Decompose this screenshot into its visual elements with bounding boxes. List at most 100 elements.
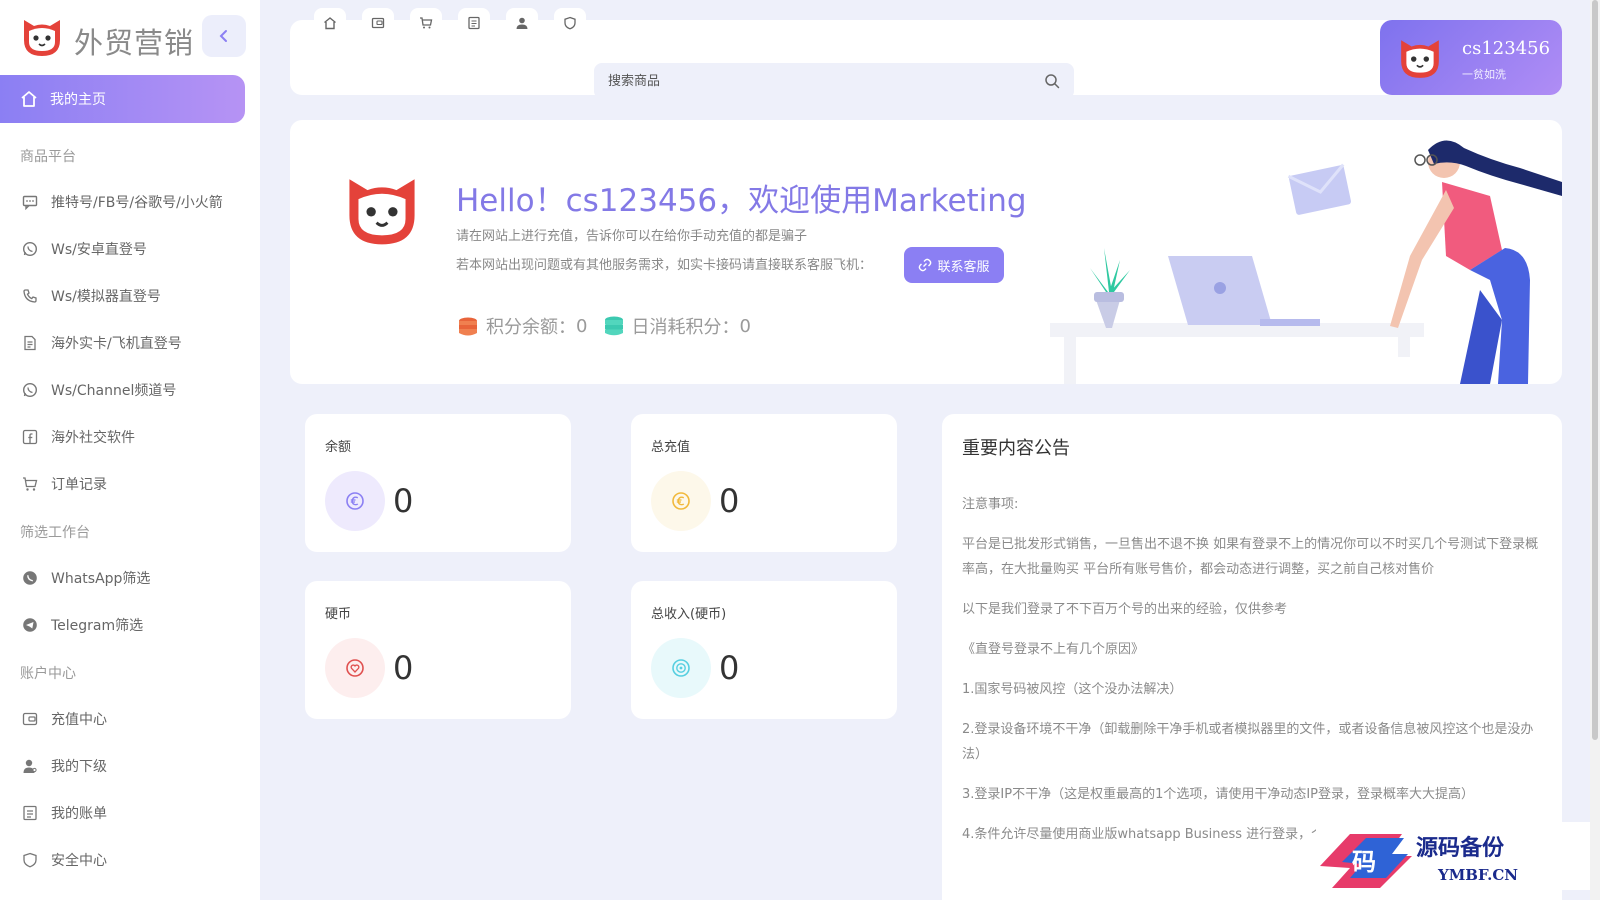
sidebar-item-label: 我的下级 [51, 759, 107, 775]
sidebar-item-orders[interactable]: 订单记录 [0, 466, 245, 502]
coins-card: 硬币 0 [305, 581, 571, 719]
welcome-banner: Hello！cs123456，欢迎使用Marketing 请在网站上进行充值，告… [290, 120, 1562, 384]
sidebar-item-label: Ws/安卓直登号 [51, 242, 147, 258]
announcement-paragraph: 《直登号登录不上有几个原因》 [962, 642, 1145, 657]
facebook-icon [21, 428, 39, 446]
sidebar-item-label: 充值中心 [51, 712, 107, 728]
sidebar-item-bills[interactable]: 我的账单 [0, 795, 245, 831]
whatsapp-filled-icon [21, 569, 39, 587]
bill-icon [21, 804, 39, 822]
sidebar-item-subordinates[interactable]: 我的下级 [0, 748, 245, 784]
announcement-paragraph: 2.登录设备环境不干净（卸载删除干净手机或者模拟器里的文件，或者设备信息被风控这… [962, 722, 1534, 762]
quick-tab-home[interactable] [314, 8, 346, 38]
quick-tab-security[interactable] [554, 8, 586, 38]
announcement-paragraph: 1.国家号码被风控（这个没办法解决） [962, 682, 1183, 697]
quick-tab-cart[interactable] [410, 8, 442, 38]
bill-icon [468, 16, 480, 30]
sidebar-item-social-software[interactable]: 海外社交软件 [0, 419, 245, 455]
balance-icon-circle [325, 471, 385, 531]
whatsapp-icon [21, 381, 39, 399]
points-balance-value: 0 [576, 315, 588, 337]
sidebar-item-label: 我的主页 [50, 92, 106, 108]
welcome-notice-line-2: 若本网站出现问题或有其他服务需求，如实卡接码请直接联系客服飞机： [456, 258, 873, 273]
daily-points: 日消耗积分： 0 [603, 313, 751, 339]
scrollbar-thumb[interactable] [1592, 0, 1598, 740]
cat-avatar-icon [1401, 40, 1439, 78]
daily-points-value: 0 [739, 315, 751, 337]
quick-tab-bill[interactable] [458, 8, 490, 38]
collapse-sidebar-button[interactable] [202, 15, 246, 57]
watermark-glyph: 码 [1352, 847, 1376, 876]
total-income-value: 0 [719, 649, 740, 687]
income-icon-circle [651, 638, 711, 698]
sidebar-item-label: 推特号/FB号/谷歌号/小火箭 [51, 195, 223, 211]
announcement-paragraph: 注意事项: [962, 497, 1019, 512]
sidebar-item-recharge[interactable]: 充值中心 [0, 701, 245, 737]
sidebar-item-label: 订单记录 [51, 477, 107, 493]
page-scrollbar[interactable] [1590, 0, 1600, 900]
sidebar-item-real-card[interactable]: 海外实卡/飞机直登号 [0, 325, 245, 361]
points-summary: 积分余额： 0 日消耗积分： 0 [456, 313, 767, 339]
total-recharge-label: 总充值 [651, 440, 691, 455]
sidebar-item-label: 海外社交软件 [51, 430, 135, 446]
sidebar-item-ws-android[interactable]: Ws/安卓直登号 [0, 231, 245, 267]
cat-mascot-icon [349, 179, 415, 245]
sidebar-item-label: Ws/Channel频道号 [51, 383, 177, 399]
sidebar-item-whatsapp-filter[interactable]: WhatsApp筛选 [0, 560, 245, 596]
quick-tab-user[interactable] [506, 8, 538, 38]
heart-coin-icon [346, 659, 364, 677]
sidebar-item-label: Telegram筛选 [51, 618, 144, 634]
sidebar-item-label: 海外实卡/飞机直登号 [51, 336, 182, 352]
user-profile-card[interactable]: cs123456 一贫如洗 [1380, 20, 1562, 95]
shield-icon [21, 851, 39, 869]
watermark-cn: 源码备份 [1416, 835, 1505, 861]
welcome-title: Hello！cs123456，欢迎使用Marketing [456, 183, 1027, 219]
phone-icon [21, 287, 39, 305]
sidebar-item-security[interactable]: 安全中心 [0, 842, 245, 878]
search-box [594, 63, 1074, 99]
user-name: cs123456 [1462, 38, 1551, 59]
chat-icon [21, 193, 39, 211]
sidebar: 外贸营销 我的主页 商品平台 推特号/FB号/谷歌号/小火箭 Ws/安卓直登号 … [0, 0, 260, 900]
home-icon [324, 17, 336, 30]
user-status: 一贫如洗 [1462, 68, 1506, 81]
balance-card: 余额 0 [305, 414, 571, 552]
shield-icon [564, 16, 576, 30]
sidebar-item-ws-emulator[interactable]: Ws/模拟器直登号 [0, 278, 245, 314]
ymbf-watermark-logo: 码 源码备份 YMBF.CN [1316, 822, 1594, 890]
total-income-label: 总收入(硬币) [651, 607, 727, 622]
contact-support-button[interactable]: 联系客服 [904, 247, 1004, 283]
sidebar-item-home[interactable]: 我的主页 [0, 75, 245, 123]
sidebar-group-products: 商品平台 [20, 149, 76, 165]
coins-value: 0 [393, 649, 414, 687]
telegram-icon [21, 616, 39, 634]
contact-support-label: 联系客服 [937, 258, 990, 274]
cat-logo-icon [24, 20, 60, 56]
chat-link-icon [919, 258, 932, 272]
home-icon [21, 91, 37, 107]
search-input[interactable] [608, 63, 1028, 99]
announcement-body: 注意事项: 平台是已批发形式销售，一旦售出不退不换 如果有登录不上的情况你可以不… [962, 492, 1542, 862]
cart-icon [21, 475, 39, 493]
announcement-paragraph: 平台是已批发形式销售，一旦售出不退不换 如果有登录不上的情况你可以不时买几个号测… [962, 537, 1539, 577]
document-icon [21, 334, 39, 352]
sidebar-item-social-accounts[interactable]: 推特号/FB号/谷歌号/小火箭 [0, 184, 245, 220]
target-coin-icon [672, 659, 690, 677]
user-icon [516, 17, 528, 29]
coins-stack-icon [459, 317, 477, 336]
balance-label: 余额 [325, 440, 352, 455]
recharge-icon-circle [651, 471, 711, 531]
quick-tab-wallet[interactable] [362, 8, 394, 38]
announcement-paragraph: 以下是我们登录了不下百万个号的出来的经验，仅供参考 [962, 602, 1288, 617]
sidebar-group-filter: 筛选工作台 [20, 525, 90, 541]
database-icon [605, 316, 624, 336]
total-recharge-card: 总充值 0 [631, 414, 897, 552]
total-recharge-value: 0 [719, 482, 740, 520]
sidebar-item-label: WhatsApp筛选 [51, 571, 151, 587]
whatsapp-icon [21, 240, 39, 258]
coins-label: 硬币 [325, 607, 352, 622]
sidebar-item-telegram-filter[interactable]: Telegram筛选 [0, 607, 245, 643]
search-icon[interactable] [1044, 73, 1060, 89]
sidebar-item-label: Ws/模拟器直登号 [51, 289, 161, 305]
sidebar-item-ws-channel[interactable]: Ws/Channel频道号 [0, 372, 245, 408]
